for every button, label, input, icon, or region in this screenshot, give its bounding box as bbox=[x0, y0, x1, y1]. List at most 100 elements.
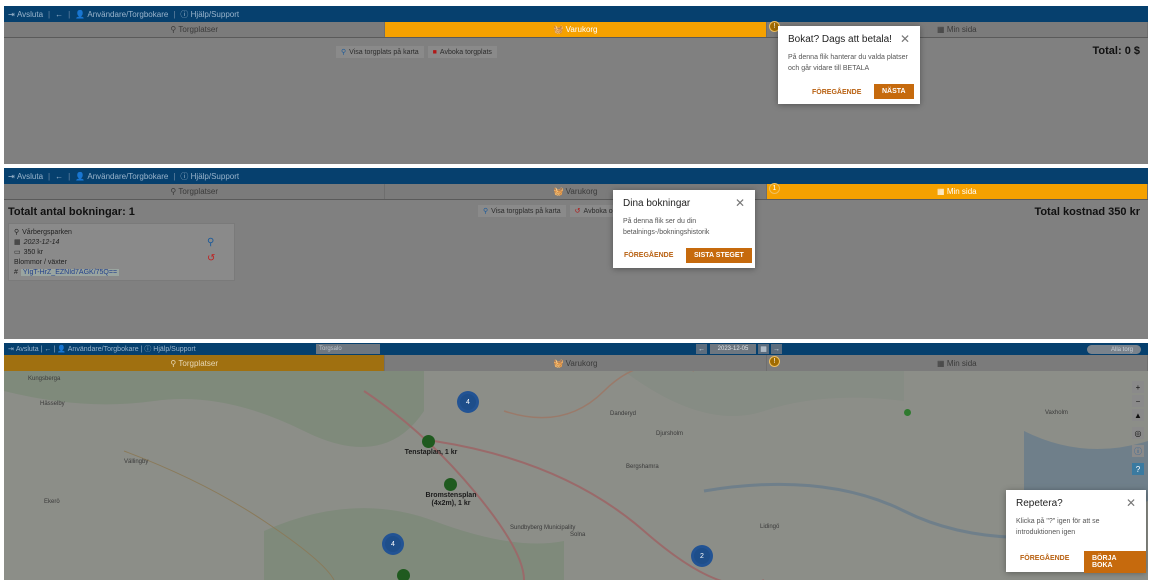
back-icon[interactable]: ← bbox=[44, 346, 51, 353]
place-label: Bergshamra bbox=[626, 464, 659, 470]
map-pin-icon: ⚲ bbox=[483, 208, 489, 215]
user-link[interactable]: Användare/Torgbokare bbox=[87, 172, 168, 181]
logout-icon[interactable]: ⇥ bbox=[8, 172, 17, 181]
tab-torgplatser[interactable]: ⚲ Torgplatser bbox=[4, 22, 386, 37]
previous-button[interactable]: FÖREGÅENDE bbox=[812, 89, 861, 96]
popup-title: Dina bokningar bbox=[623, 198, 691, 209]
market-select[interactable]: Torgsalo bbox=[316, 344, 380, 354]
booking-date: 2023-12-14 bbox=[23, 238, 60, 246]
cart-tutorial-panel: ⇥ Avsluta | ← | 👤 Användare/Torgbokare |… bbox=[4, 6, 1148, 164]
logout-icon[interactable]: ⇥ bbox=[8, 10, 17, 19]
booking-category-row: Blommor / växter bbox=[14, 257, 229, 267]
tab-torgplatser[interactable]: ⚲ Torgplatser bbox=[4, 184, 386, 199]
booking-code-row: # YIgT-HrZ_EZNId7AGK/75Q== bbox=[14, 267, 229, 277]
booking-place: Vårbergsparken bbox=[22, 228, 72, 236]
close-icon[interactable]: ✕ bbox=[1126, 496, 1136, 510]
user-icon: 👤 bbox=[57, 346, 68, 353]
place-label: Lidingö bbox=[760, 524, 780, 530]
cart-total: Total: 0 $ bbox=[1092, 45, 1140, 57]
place-label: Djursholm bbox=[656, 431, 684, 437]
help-link[interactable]: Hjälp/Support bbox=[191, 172, 239, 181]
tab-torgplatser[interactable]: ⚲ Torgplatser bbox=[4, 355, 386, 371]
cancel-booking-icon[interactable]: ↺ bbox=[207, 253, 215, 264]
tab-min-sida[interactable]: ▦ Min sida bbox=[766, 355, 1148, 371]
market-pin[interactable] bbox=[904, 409, 911, 416]
back-icon[interactable]: ← bbox=[55, 10, 63, 19]
locate-icon[interactable]: ◎ bbox=[1132, 427, 1144, 439]
basket-icon: 🧺 bbox=[553, 187, 566, 196]
pin-icon: ⚲ bbox=[170, 25, 179, 34]
close-icon[interactable]: ✕ bbox=[735, 196, 745, 210]
tab-varukorg[interactable]: 🧺 Varukorg bbox=[385, 22, 767, 37]
popup-body: Klicka på "?" igen för att se introdukti… bbox=[1016, 518, 1100, 536]
user-link[interactable]: Användare/Torgbokare bbox=[68, 346, 139, 353]
tab-label: Torgplatser bbox=[178, 25, 218, 34]
info-icon: ⓘ bbox=[144, 346, 154, 353]
user-icon: 👤 bbox=[75, 171, 88, 181]
help-link[interactable]: Hjälp/Support bbox=[153, 346, 195, 353]
undo-icon: ↺ bbox=[574, 208, 581, 215]
show-on-map-icon[interactable]: ⚲ bbox=[207, 237, 214, 248]
calendar-icon: ▦ bbox=[937, 358, 947, 368]
last-step-button[interactable]: SISTA STEGET bbox=[686, 248, 752, 263]
market-pin[interactable] bbox=[422, 435, 435, 448]
map-cluster-marker[interactable]: 2 bbox=[691, 545, 713, 567]
map-cluster-marker[interactable]: 4 bbox=[457, 391, 479, 413]
previous-button[interactable]: FÖREGÅENDE bbox=[624, 252, 673, 259]
button-label: Visa torgplats på karta bbox=[349, 48, 419, 56]
popup-body: På denna flik ser du din betalnings-/bok… bbox=[623, 218, 710, 236]
popup-title: Repetera? bbox=[1016, 498, 1063, 509]
main-tabs: ⚲ Torgplatser 🧺 Varukorg ▦ Min sida bbox=[4, 22, 1148, 38]
zoom-out-button[interactable]: − bbox=[1132, 395, 1144, 407]
total-bookings: Totalt antal bokningar: 1 bbox=[8, 206, 135, 218]
cart-actions: ⚲ Visa torgplats på karta ■ Avboka torgpla… bbox=[336, 46, 497, 58]
compass-icon[interactable]: ▲ bbox=[1132, 409, 1144, 421]
market-pin[interactable] bbox=[444, 478, 457, 491]
calendar-icon: ▦ bbox=[937, 25, 947, 34]
help-question-icon[interactable]: ? bbox=[1132, 463, 1144, 475]
market-label: Bromstensplan (4x2m), 1 kr bbox=[425, 492, 477, 507]
next-button[interactable]: NÄSTA bbox=[874, 84, 914, 99]
show-on-map-button[interactable]: ⚲ Visa torgplats på karta bbox=[336, 46, 424, 58]
tutorial-popup: Repetera? ✕ Klicka på "?" igen för att s… bbox=[1006, 490, 1146, 573]
place-label: Danderyd bbox=[610, 411, 637, 417]
logout-link[interactable]: Avsluta bbox=[16, 346, 39, 353]
place-label: Solna bbox=[570, 532, 586, 538]
prev-day-button[interactable]: ← bbox=[696, 344, 707, 354]
info-icon[interactable]: ⓘ bbox=[1132, 445, 1144, 457]
map-cluster-marker[interactable]: 4 bbox=[382, 533, 404, 555]
booking-category: Blommor / växter bbox=[14, 258, 67, 266]
tab-badge: ! bbox=[769, 356, 780, 367]
help-link[interactable]: Hjälp/Support bbox=[191, 10, 239, 19]
start-booking-button[interactable]: BÖRJA BOKA bbox=[1084, 551, 1146, 573]
pin-icon: ⚲ bbox=[170, 187, 179, 196]
close-icon[interactable]: ✕ bbox=[900, 32, 910, 46]
calendar-button[interactable]: ▦ bbox=[758, 344, 769, 354]
back-icon[interactable]: ← bbox=[55, 172, 63, 181]
calendar-icon: ▦ bbox=[14, 239, 21, 246]
tab-label: Varukorg bbox=[565, 187, 598, 196]
date-input[interactable]: 2023-12-05 bbox=[710, 344, 756, 354]
market-pin[interactable] bbox=[397, 569, 410, 580]
all-markets-toggle[interactable]: Alla torg bbox=[1087, 345, 1141, 354]
cancel-place-button[interactable]: ■ Avboka torgplats bbox=[427, 46, 497, 58]
user-icon: 👤 bbox=[75, 9, 88, 19]
logout-link[interactable]: Avsluta bbox=[17, 172, 43, 181]
tab-label: Min sida bbox=[946, 25, 977, 34]
logout-icon[interactable]: ⇥ bbox=[8, 345, 16, 353]
tab-label: Min sida bbox=[946, 187, 977, 196]
my-page-tutorial-panel: ⇥ Avsluta | ← | 👤 Användare/Torgbokare |… bbox=[4, 168, 1148, 339]
zoom-in-button[interactable]: + bbox=[1132, 381, 1144, 393]
button-label: Visa torgplats på karta bbox=[491, 207, 561, 215]
tab-varukorg[interactable]: 🧺 Varukorg bbox=[385, 355, 767, 371]
main-tabs: ⚲ Torgplatser 🧺 Varukorg ▦ Min sida bbox=[4, 355, 1148, 371]
show-on-map-button[interactable]: ⚲ Visa torgplats på karta bbox=[478, 205, 566, 217]
user-link[interactable]: Användare/Torgbokare bbox=[87, 10, 168, 19]
next-day-button[interactable]: → bbox=[771, 344, 782, 354]
tutorial-popup: Bokat? Dags att betala! ✕ På denna flik … bbox=[778, 26, 920, 104]
tab-min-sida[interactable]: ▦ Min sida bbox=[766, 184, 1148, 199]
map-view[interactable]: Kungsberga Danderyd Djursholm Sundbyberg… bbox=[4, 371, 1148, 580]
previous-button[interactable]: FÖREGÅENDE bbox=[1020, 555, 1069, 562]
top-bar: ⇥ Avsluta | ← | 👤 Användare/Torgbokare |… bbox=[4, 168, 1148, 184]
logout-link[interactable]: Avsluta bbox=[17, 10, 43, 19]
